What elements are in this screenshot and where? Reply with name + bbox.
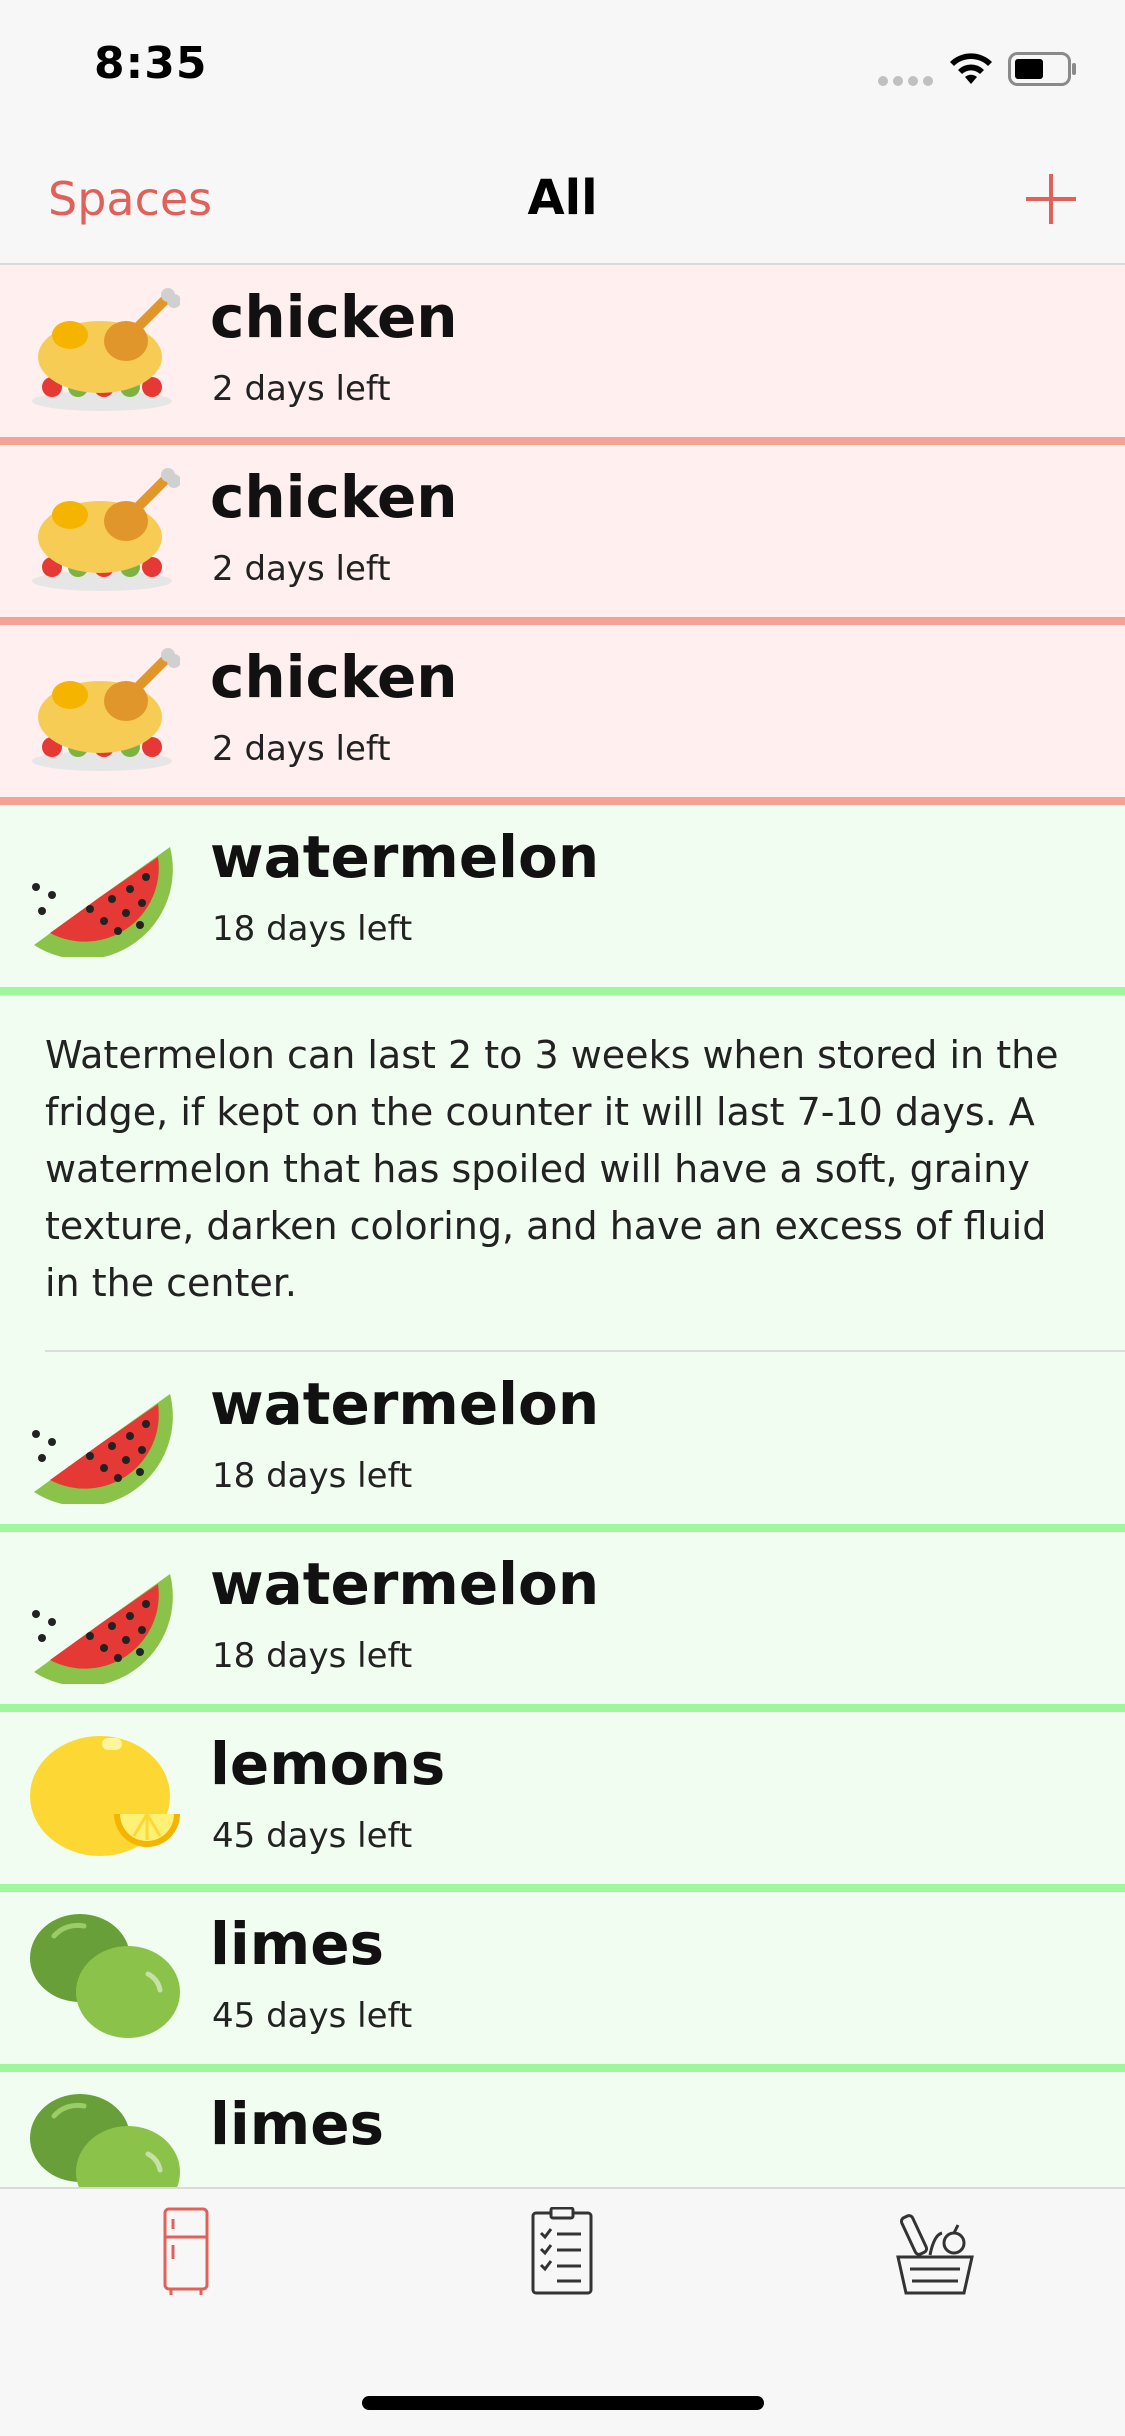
- days-left: 2 days left: [212, 549, 391, 589]
- chicken-icon: [32, 648, 180, 771]
- list-item[interactable]: chicken 2 days left: [0, 445, 1125, 625]
- item-name: lemons: [210, 1730, 446, 1798]
- days-left: 2 days left: [212, 729, 391, 769]
- lemon-icon: [30, 1736, 180, 1856]
- page-title: All: [527, 170, 598, 226]
- list-item[interactable]: watermelon 18 days left: [0, 805, 1125, 995]
- item-name: chicken: [210, 283, 458, 351]
- home-indicator[interactable]: [362, 2396, 764, 2410]
- chicken-icon: [32, 468, 180, 591]
- fridge-icon[interactable]: [141, 2207, 231, 2297]
- list-item[interactable]: watermelon 18 days left: [0, 1352, 1125, 1532]
- item-name: chicken: [210, 463, 458, 531]
- days-left: 45 days left: [212, 1996, 413, 2036]
- status-time: 8:35: [94, 38, 208, 89]
- grocery-basket-icon[interactable]: [890, 2207, 980, 2297]
- food-list[interactable]: chicken 2 days left chicken 2 days left …: [0, 265, 1125, 2187]
- days-left: 18 days left: [212, 1636, 413, 1676]
- item-name: chicken: [210, 643, 458, 711]
- list-item[interactable]: limes: [0, 2072, 1125, 2187]
- watermelon-icon: [32, 1394, 173, 1504]
- watermelon-icon: [32, 1574, 173, 1684]
- days-left: 2 days left: [212, 369, 391, 409]
- navigation-bar: Spaces All: [0, 132, 1125, 265]
- list-item[interactable]: lemons 45 days left: [0, 1712, 1125, 1892]
- item-detail-panel: Watermelon can last 2 to 3 weeks when st…: [0, 995, 1125, 1352]
- item-name: watermelon: [210, 1370, 600, 1438]
- item-name: watermelon: [210, 823, 600, 891]
- checklist-icon[interactable]: [517, 2207, 607, 2297]
- wifi-icon: [950, 53, 992, 84]
- list-item[interactable]: limes 45 days left: [0, 1892, 1125, 2072]
- status-bar: 8:35: [0, 0, 1125, 132]
- list-item[interactable]: chicken 2 days left: [0, 265, 1125, 445]
- lime-icon: [30, 1914, 180, 2038]
- battery-icon: [1008, 52, 1076, 86]
- list-item[interactable]: chicken 2 days left: [0, 625, 1125, 805]
- days-left: 18 days left: [212, 909, 413, 949]
- item-name: watermelon: [210, 1550, 600, 1618]
- days-left: 18 days left: [212, 1456, 413, 1496]
- cellular-signal-icon: [878, 76, 934, 86]
- watermelon-icon: [32, 847, 173, 957]
- list-item[interactable]: watermelon 18 days left: [0, 1532, 1125, 1712]
- item-name: limes: [210, 2090, 385, 2158]
- storage-tip-text: Watermelon can last 2 to 3 weeks when st…: [45, 1033, 1059, 1305]
- lime-icon: [30, 2094, 180, 2187]
- item-name: limes: [210, 1910, 385, 1978]
- chicken-icon: [32, 288, 180, 411]
- days-left: 45 days left: [212, 1816, 413, 1856]
- plus-icon[interactable]: [1020, 168, 1082, 230]
